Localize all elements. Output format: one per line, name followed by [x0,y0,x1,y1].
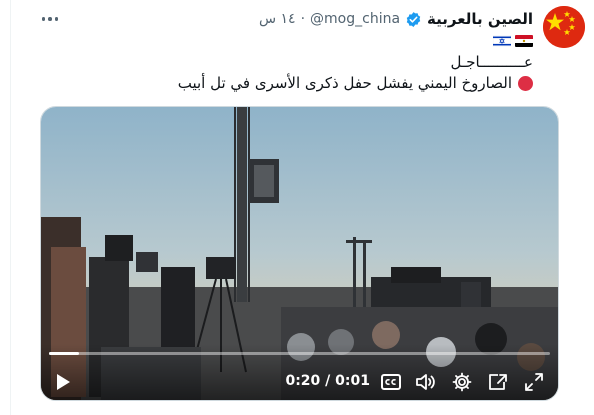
more-dot [48,17,52,21]
fullscreen-button[interactable] [522,372,546,392]
video-player[interactable]: 0:20 / 0:01 [40,106,559,401]
red-circle-emoji-icon [518,75,533,91]
tweet-text-line2: الصاروخ اليمني يفشل حفل ذكرى الأسرى في ت… [178,74,533,92]
tweet-text-body: الصاروخ اليمني يفشل حفل ذكرى الأسرى في ت… [177,74,512,92]
play-icon [57,374,70,390]
china-flag-avatar-icon [543,6,585,48]
elapsed-time: 0:20 [285,373,321,389]
tweet-card[interactable]: الصين بالعربية @mog_china · ١٤ س عــــــ… [10,0,594,415]
play-button[interactable] [51,372,75,392]
gear-icon [452,372,472,392]
duration-time: 0:01 [335,373,370,389]
captions-button[interactable] [379,372,403,392]
volume-button[interactable] [414,372,438,392]
separator-dot: · [300,11,306,27]
picture-in-picture-icon [489,374,507,390]
handle[interactable]: @mog_china [310,11,400,27]
tweet-text-line1: عــــــــــاجـل [450,53,534,71]
settings-button[interactable] [450,372,474,392]
picture-in-picture-button[interactable] [486,372,510,392]
volume-icon [416,374,435,390]
video-controls-bar: 0:20 / 0:01 [41,344,558,400]
timestamp[interactable]: ١٤ س [259,11,296,27]
verified-badge-icon [406,11,421,27]
time-readout: 0:20 / 0:01 [285,373,370,389]
closed-captions-icon [381,374,401,390]
display-name[interactable]: الصين بالعربية [427,10,533,28]
more-dot [54,17,59,21]
progress-bar[interactable] [49,352,550,355]
israel-flag-icon [493,35,511,47]
tweet-header: الصين بالعربية @mog_china · ١٤ س [259,8,533,30]
progress-fill [49,352,80,355]
time-separator: / [325,373,331,389]
egypt-flag-icon [515,35,533,47]
more-options-button[interactable] [37,8,63,30]
avatar[interactable] [543,6,585,48]
more-horizontal-icon [41,17,46,21]
flag-emojis [493,35,533,47]
fullscreen-icon [525,373,543,391]
